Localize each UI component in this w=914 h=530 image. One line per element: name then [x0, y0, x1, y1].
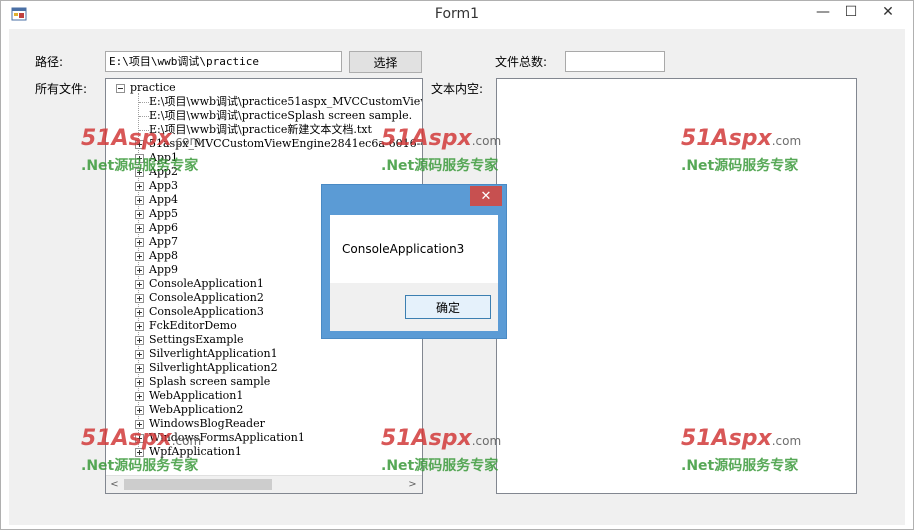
window-title: Form1 [434, 6, 480, 22]
tree-expand-icon[interactable] [135, 266, 144, 275]
scroll-right-arrow-icon[interactable]: > [404, 476, 421, 493]
dialog-message: ConsoleApplication3 [342, 242, 465, 256]
tree-expand-icon[interactable] [135, 154, 144, 163]
maximize-button[interactable]: ☐ [837, 1, 865, 23]
tree-node-folder[interactable]: App2 [149, 165, 178, 179]
dialog-body: ConsoleApplication3 [330, 215, 498, 283]
file-count-input[interactable] [565, 51, 665, 72]
scrollbar-thumb[interactable] [124, 479, 272, 490]
tree-node-folder[interactable]: WindowsFormsApplication1 [149, 431, 305, 445]
tree-expand-icon[interactable] [135, 140, 144, 149]
tree-node-folder[interactable]: App3 [149, 179, 178, 193]
tree-horizontal-scrollbar[interactable]: < > [106, 475, 422, 493]
tree-node-folder[interactable]: App1 [149, 151, 178, 165]
file-count-label: 文件总数: [495, 55, 548, 69]
tree-expand-icon[interactable] [135, 378, 144, 387]
tree-connector [139, 116, 149, 117]
tree-expand-icon[interactable] [135, 420, 144, 429]
dialog-close-button[interactable]: ✕ [470, 186, 502, 206]
tree-collapse-icon[interactable] [116, 84, 125, 93]
tree-node-folder[interactable]: App6 [149, 221, 178, 235]
tree-connector [139, 102, 149, 103]
tree-node-folder[interactable]: SettingsExample [149, 333, 243, 347]
tree-node-folder[interactable]: Splash screen sample [149, 375, 270, 389]
tree-expand-icon[interactable] [135, 392, 144, 401]
tree-node-file[interactable]: E:\项目\wwb调试\practiceSplash screen sample… [149, 109, 412, 123]
tree-node-folder[interactable]: ConsoleApplication1 [149, 277, 264, 291]
message-box-dialog: ✕ ConsoleApplication3 确定 [321, 184, 507, 339]
tree-node-file[interactable]: E:\项目\wwb调试\practice51aspx_MVCCustomView… [149, 95, 422, 109]
minimize-button[interactable]: — [809, 1, 837, 23]
tree-node-folder[interactable]: ConsoleApplication3 [149, 305, 264, 319]
tree-expand-icon[interactable] [135, 196, 144, 205]
tree-node-folder[interactable]: WebApplication2 [149, 403, 243, 417]
dialog-footer: 确定 [330, 283, 498, 331]
scroll-left-arrow-icon[interactable]: < [106, 476, 123, 493]
tree-expand-icon[interactable] [135, 364, 144, 373]
tree-expand-icon[interactable] [135, 322, 144, 331]
tree-node-folder[interactable]: App9 [149, 263, 178, 277]
tree-expand-icon[interactable] [135, 448, 144, 457]
path-label: 路径: [35, 55, 64, 69]
tree-node-folder[interactable]: App8 [149, 249, 178, 263]
tree-expand-icon[interactable] [135, 350, 144, 359]
tree-expand-icon[interactable] [135, 294, 144, 303]
ok-button[interactable]: 确定 [405, 295, 491, 319]
tree-node-folder[interactable]: WindowsBlogReader [149, 417, 265, 431]
title-bar[interactable]: Form1 — ☐ ✕ [1, 1, 913, 29]
tree-expand-icon[interactable] [135, 406, 144, 415]
tree-node-root[interactable]: practice [130, 81, 176, 95]
tree-node-folder[interactable]: WebApplication1 [149, 389, 243, 403]
tree-expand-icon[interactable] [135, 336, 144, 345]
tree-node-folder[interactable]: FckEditorDemo [149, 319, 237, 333]
tree-node-folder[interactable]: App5 [149, 207, 178, 221]
text-content-label: 文本内空: [431, 82, 484, 96]
close-button[interactable]: ✕ [865, 1, 911, 23]
tree-expand-icon[interactable] [135, 168, 144, 177]
tree-node-folder[interactable]: WpfApplication1 [149, 445, 242, 459]
main-window: Form1 — ☐ ✕ 路径: E:\项目\wwb调试\practice 选择 … [0, 0, 914, 530]
tree-expand-icon[interactable] [135, 434, 144, 443]
tree-node-folder[interactable]: 51aspx_MVCCustomViewEngine2841ec6a-6016-… [149, 137, 422, 151]
tree-expand-icon[interactable] [135, 224, 144, 233]
tree-connector [139, 130, 149, 131]
tree-expand-icon[interactable] [135, 252, 144, 261]
tree-expand-icon[interactable] [135, 308, 144, 317]
tree-node-folder[interactable]: App4 [149, 193, 178, 207]
select-button[interactable]: 选择 [349, 51, 422, 73]
tree-expand-icon[interactable] [135, 238, 144, 247]
tree-node-folder[interactable]: App7 [149, 235, 178, 249]
all-files-label: 所有文件: [35, 82, 88, 96]
tree-expand-icon[interactable] [135, 182, 144, 191]
tree-node-folder[interactable]: SilverlightApplication1 [149, 347, 278, 361]
tree-node-folder[interactable]: SilverlightApplication2 [149, 361, 278, 375]
text-content-area[interactable] [496, 78, 857, 494]
tree-expand-icon[interactable] [135, 280, 144, 289]
tree-node-folder[interactable]: ConsoleApplication2 [149, 291, 264, 305]
path-input[interactable]: E:\项目\wwb调试\practice [105, 51, 342, 72]
tree-expand-icon[interactable] [135, 210, 144, 219]
tree-node-file[interactable]: E:\项目\wwb调试\practice新建文本文档.txt [149, 123, 372, 137]
